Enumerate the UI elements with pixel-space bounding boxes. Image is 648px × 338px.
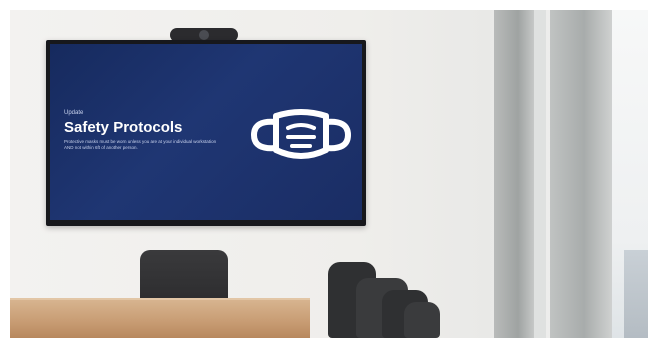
display-screen: Update Safety Protocols Protective masks… — [50, 44, 362, 220]
face-mask-icon — [251, 109, 351, 159]
webcam-lens — [199, 30, 209, 40]
conference-table — [10, 300, 310, 338]
screen-eyebrow: Update — [64, 110, 84, 116]
chair — [404, 302, 440, 338]
wall-display: Update Safety Protocols Protective masks… — [46, 40, 366, 226]
image-border — [0, 0, 10, 338]
conference-room-scene: Update Safety Protocols Protective masks… — [0, 0, 648, 338]
window-gap — [534, 10, 546, 338]
screen-body: Protective masks must be worn unless you… — [64, 139, 217, 150]
outside-building — [624, 250, 648, 338]
screen-title: Safety Protocols — [64, 119, 183, 136]
window-pillar — [494, 10, 534, 338]
window-pillar — [550, 10, 612, 338]
image-border — [0, 0, 648, 10]
